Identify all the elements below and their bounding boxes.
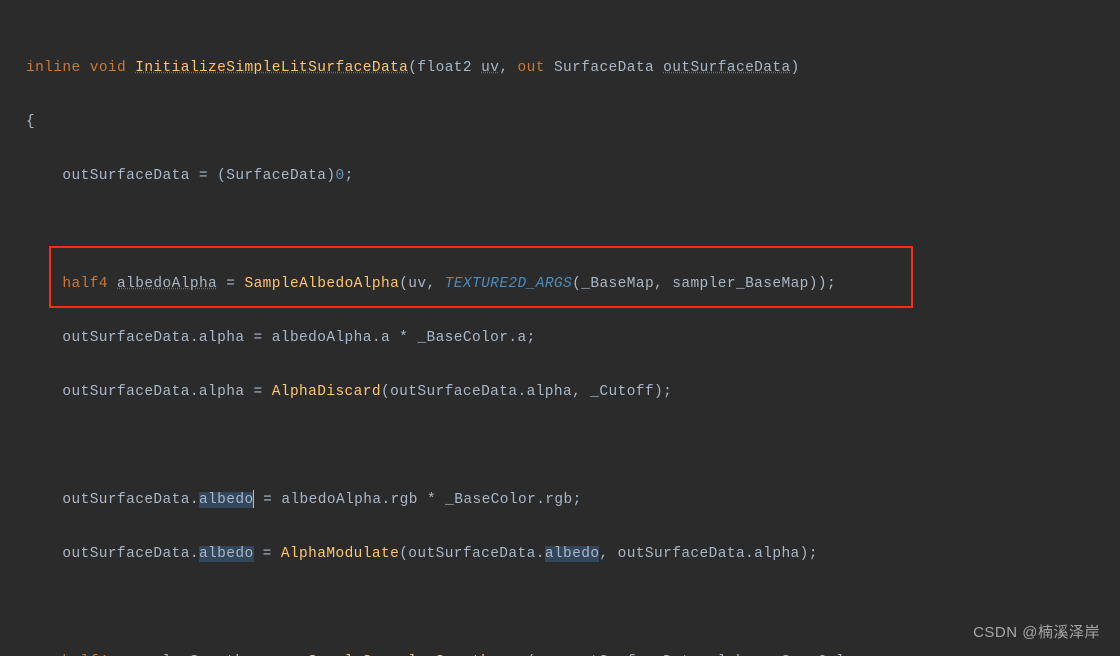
code-line[interactable]: outSurfaceData.albedo = AlphaModulate(ou… (26, 541, 1120, 568)
keyword-out: out (518, 60, 545, 76)
code-editor[interactable]: inline void InitializeSimpleLitSurfaceDa… (0, 0, 1120, 656)
param-outsurfacedata: outSurfaceData (663, 60, 790, 76)
code-line[interactable]: half4 albedoAlpha = SampleAlbedoAlpha(uv… (26, 271, 1120, 298)
match-albedo: albedo (199, 546, 254, 562)
code-line[interactable]: outSurfaceData.alpha = AlphaDiscard(outS… (26, 379, 1120, 406)
code-line[interactable] (26, 217, 1120, 244)
selection-albedo: albedo (199, 492, 254, 508)
code-line[interactable]: outSurfaceData = (SurfaceData)0; (26, 163, 1120, 190)
code-line[interactable]: outSurfaceData.albedo = albedoAlpha.rgb … (26, 487, 1120, 514)
function-name: InitializeSimpleLitSurfaceData (135, 60, 408, 76)
code-line[interactable]: outSurfaceData.alpha = albedoAlpha.a * _… (26, 325, 1120, 352)
macro-texture2d-args: TEXTURE2D_ARGS (445, 276, 572, 292)
keyword-void: void (90, 60, 126, 76)
code-line[interactable]: { (26, 109, 1120, 136)
code-line[interactable] (26, 433, 1120, 460)
watermark: CSDN @楠溪泽岸 (973, 619, 1100, 646)
code-line[interactable]: inline void InitializeSimpleLitSurfaceDa… (26, 55, 1120, 82)
code-line[interactable]: half4 specularSmoothness = SampleSpecula… (26, 649, 1120, 656)
keyword-inline: inline (26, 60, 81, 76)
match-albedo: albedo (545, 546, 600, 562)
code-line[interactable] (26, 595, 1120, 622)
param-uv: uv (481, 60, 499, 76)
